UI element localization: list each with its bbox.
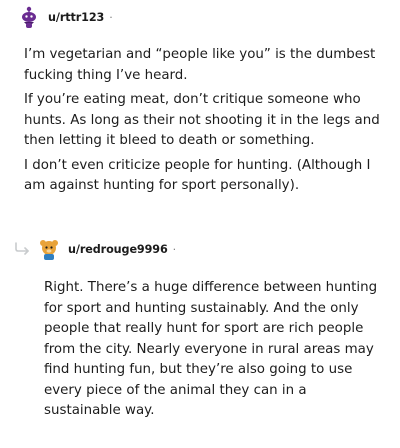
comment-1-username[interactable]: u/rttr123 <box>48 11 104 24</box>
comment-1-paragraph-2: If you’re eating meat, don’t critique so… <box>24 92 380 148</box>
meta-separator: · <box>109 10 113 24</box>
comment-2-username[interactable]: u/redrouge9996 <box>68 243 168 256</box>
meta-separator: · <box>172 242 177 256</box>
comment-1-body: I’m vegetarian and “people like you” is … <box>24 45 386 201</box>
avatar-icon[interactable] <box>18 6 40 28</box>
comment-1-paragraph-1: I’m vegetarian and “people like you” is … <box>24 47 376 83</box>
comment-1-header: u/rttr123 · <box>18 6 113 28</box>
comment-2-body: Right. There’s a huge difference between… <box>44 278 384 426</box>
avatar-icon[interactable] <box>38 238 60 260</box>
reply-arrow-icon <box>14 240 32 255</box>
comment-1-paragraph-3: I don’t even criticize people for huntin… <box>24 157 371 194</box>
comment-2-header: u/redrouge9996 · <box>38 238 176 260</box>
comment-2-paragraph-1: Right. There’s a huge difference between… <box>44 280 378 418</box>
